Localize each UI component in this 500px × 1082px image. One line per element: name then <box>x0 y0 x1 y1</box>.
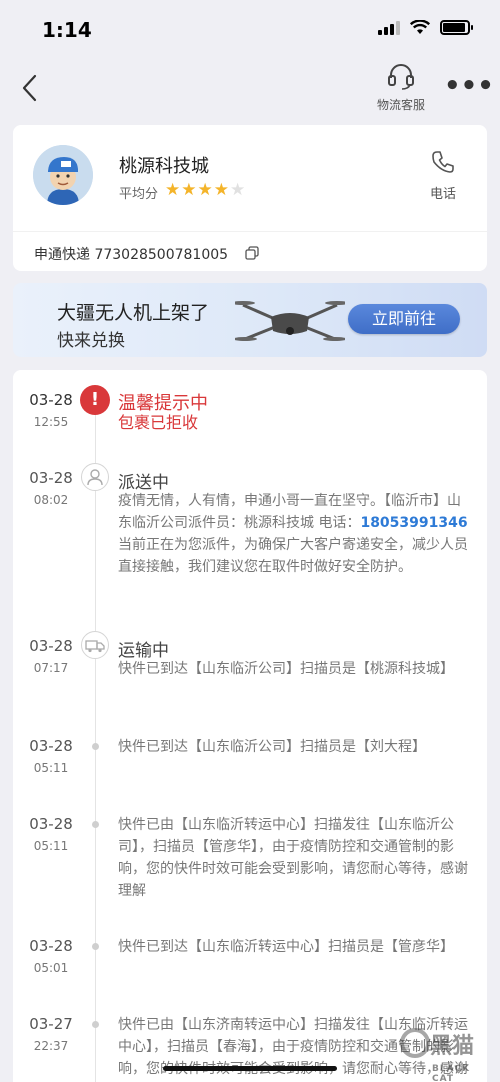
event-date: 03-27 <box>29 1015 73 1033</box>
promo-banner[interactable]: 大疆无人机上架了 快来兑换 立即前往 <box>13 283 487 357</box>
drone-image <box>235 301 345 341</box>
shop-name: 桃源科技城 <box>119 156 209 177</box>
star-icon: ★ <box>197 180 213 200</box>
star-empty-icon: ★ <box>230 180 246 200</box>
event-desc: 快件已到达【山东临沂公司】扫描员是【桃源科技城】 <box>118 661 454 677</box>
status-bar: 1:14 <box>0 0 500 58</box>
event-date: 03-28 <box>29 815 73 833</box>
timeline-dot <box>92 943 99 950</box>
star-icon: ★ <box>165 180 181 200</box>
event-date: 03-28 <box>29 937 73 955</box>
tracking-row: 申通快递 773028500781005 <box>13 231 487 271</box>
back-arrow-icon <box>22 74 37 102</box>
event-desc: 快件已到达【山东临沂转运中心】扫描员是【管彦华】 <box>118 939 454 955</box>
timeline-card: 03-28 12:55 ! 温馨提示中 包裹已拒收 03-28 08:02 派送… <box>13 370 487 1082</box>
signal-icon <box>378 20 400 35</box>
timeline-dot <box>92 743 99 750</box>
event-desc: 包裹已拒收 <box>118 413 199 432</box>
battery-icon <box>440 20 473 35</box>
shop-card: 桃源科技城 平均分 ★ ★ ★ ★ ★ 电话 申通快递 773028500781… <box>13 125 487 271</box>
event-time: 08:02 <box>33 493 69 507</box>
banner-title: 大疆无人机上架了 <box>57 302 210 324</box>
event-date: 03-28 <box>29 469 73 487</box>
nav-bar: 物流客服 ••• <box>0 58 500 118</box>
banner-subtitle: 快来兑换 <box>57 331 125 351</box>
customer-service-label: 物流客服 <box>376 98 425 112</box>
event-time: 05:11 <box>33 839 69 853</box>
phone-button[interactable]: 电话 <box>419 149 467 202</box>
watermark-logo: 黑猫 BLACK CAT <box>400 1026 496 1082</box>
timeline-dot <box>92 1021 99 1028</box>
more-button[interactable]: ••• <box>444 73 494 100</box>
home-indicator[interactable] <box>163 1066 337 1071</box>
status-time: 1:14 <box>42 18 92 42</box>
go-now-button[interactable]: 立即前往 <box>348 304 460 334</box>
event-desc: 快件已由【山东临沂转运中心】扫描发往【山东临沂公司】，扫描员【管彦华】，由于疫情… <box>118 817 468 899</box>
rating-stars: ★ ★ ★ ★ ★ <box>165 180 245 200</box>
event-time: 05:01 <box>33 961 69 975</box>
status-icons <box>378 20 473 35</box>
courier-phone-link[interactable]: 18053991346 <box>360 515 467 531</box>
event-time: 07:17 <box>33 661 69 675</box>
back-button[interactable] <box>16 70 46 106</box>
star-icon: ★ <box>213 180 229 200</box>
phone-label: 电话 <box>429 187 456 202</box>
courier-icon <box>81 463 109 491</box>
copy-icon[interactable] <box>245 246 259 260</box>
event-time: 05:11 <box>33 761 69 775</box>
alert-icon: ! <box>80 385 110 415</box>
event-date: 03-28 <box>29 637 73 655</box>
tracking-number: 申通快递 773028500781005 <box>34 247 229 263</box>
event-date: 03-28 <box>29 737 73 755</box>
rating-label: 平均分 <box>119 187 159 202</box>
headset-icon <box>388 64 414 90</box>
event-desc: 疫情无情，人有情，申通小哥一直在坚守。【临沂市】山东临沂公司派件员：桃源科技城 … <box>118 490 470 578</box>
timeline-dot <box>92 821 99 828</box>
event-date: 03-28 <box>29 391 73 409</box>
watermark-subtext: BLACK CAT <box>432 1064 471 1082</box>
star-icon: ★ <box>181 180 197 200</box>
event-time: 12:55 <box>33 415 69 429</box>
wifi-icon <box>410 20 430 34</box>
cat-logo-icon <box>400 1028 430 1058</box>
truck-icon <box>81 631 109 659</box>
event-time: 22:37 <box>33 1039 69 1053</box>
event-desc: 快件已到达【山东临沂公司】扫描员是【刘大程】 <box>118 739 426 755</box>
watermark-text: 黑猫 <box>430 1034 475 1059</box>
event-desc-text: 当前正在为您派件，为确保广大客户寄递安全，减少人员直接接触，我们建议您在取件时做… <box>118 537 468 575</box>
customer-service-button[interactable]: 物流客服 <box>370 62 432 114</box>
phone-icon <box>432 151 454 173</box>
avatar <box>33 145 93 205</box>
